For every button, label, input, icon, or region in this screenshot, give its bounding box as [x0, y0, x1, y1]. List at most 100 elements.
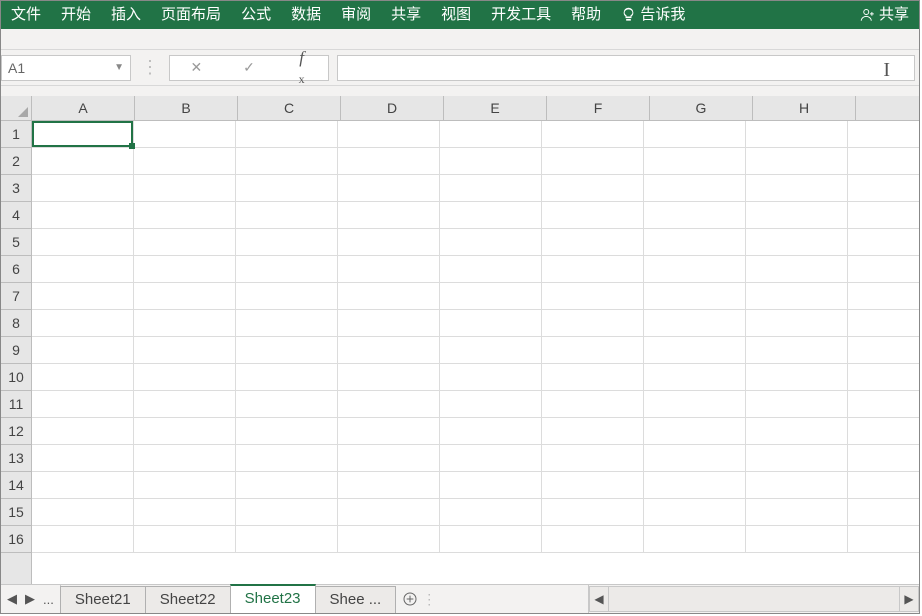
cell[interactable]: [848, 499, 919, 525]
tab-next-icon[interactable]: ▶: [25, 591, 35, 607]
cell[interactable]: [746, 526, 848, 552]
cell[interactable]: [542, 472, 644, 498]
cell[interactable]: [440, 526, 542, 552]
tell-me-button[interactable]: 告诉我: [611, 1, 695, 29]
cell[interactable]: [644, 310, 746, 336]
col-head-H[interactable]: H: [753, 96, 856, 120]
cell[interactable]: [746, 175, 848, 201]
cell[interactable]: [32, 337, 134, 363]
ribbon-tab-share[interactable]: 共享: [381, 1, 431, 29]
cell[interactable]: [848, 121, 919, 147]
cell[interactable]: [746, 391, 848, 417]
cell[interactable]: [746, 310, 848, 336]
cell[interactable]: [644, 283, 746, 309]
sheet-tab[interactable]: Shee ...: [315, 586, 397, 613]
row-head-12[interactable]: 12: [1, 418, 31, 445]
cell[interactable]: [236, 256, 338, 282]
cell[interactable]: [746, 256, 848, 282]
cell[interactable]: [236, 526, 338, 552]
row-head-10[interactable]: 10: [1, 364, 31, 391]
cell[interactable]: [542, 418, 644, 444]
cell[interactable]: [542, 175, 644, 201]
cell[interactable]: [32, 418, 134, 444]
ribbon-tab-home[interactable]: 开始: [51, 1, 101, 29]
cell[interactable]: [542, 364, 644, 390]
cell[interactable]: [338, 256, 440, 282]
cell[interactable]: [134, 229, 236, 255]
cell[interactable]: [746, 445, 848, 471]
col-head-C[interactable]: C: [238, 96, 341, 120]
cell[interactable]: [236, 121, 338, 147]
cell[interactable]: [32, 310, 134, 336]
scroll-left-icon[interactable]: ◀: [589, 586, 609, 612]
cell[interactable]: [32, 283, 134, 309]
row-head-8[interactable]: 8: [1, 310, 31, 337]
cell[interactable]: [746, 364, 848, 390]
cell[interactable]: [542, 310, 644, 336]
cell[interactable]: [236, 472, 338, 498]
cell[interactable]: [542, 202, 644, 228]
cell[interactable]: [542, 121, 644, 147]
scroll-right-icon[interactable]: ▶: [899, 586, 919, 612]
cell[interactable]: [338, 391, 440, 417]
cell[interactable]: [644, 121, 746, 147]
cell[interactable]: [236, 445, 338, 471]
cell[interactable]: [440, 391, 542, 417]
cell[interactable]: [746, 229, 848, 255]
cell[interactable]: [134, 526, 236, 552]
cell[interactable]: [338, 121, 440, 147]
cell[interactable]: [644, 337, 746, 363]
fx-icon[interactable]: fx: [290, 48, 314, 88]
cell[interactable]: [134, 445, 236, 471]
cell[interactable]: [338, 337, 440, 363]
cell[interactable]: [134, 472, 236, 498]
cell[interactable]: [338, 445, 440, 471]
cell[interactable]: [848, 472, 919, 498]
cell[interactable]: [440, 418, 542, 444]
cell[interactable]: [32, 229, 134, 255]
cell[interactable]: [236, 283, 338, 309]
row-head-16[interactable]: 16: [1, 526, 31, 553]
ribbon-tab-view[interactable]: 视图: [431, 1, 481, 29]
cell[interactable]: [338, 202, 440, 228]
cell[interactable]: [236, 175, 338, 201]
ribbon-tab-dev[interactable]: 开发工具: [481, 1, 561, 29]
col-head-A[interactable]: A: [32, 96, 135, 120]
cell[interactable]: [848, 175, 919, 201]
cancel-icon[interactable]: ✕: [184, 59, 208, 76]
tab-prev-icon[interactable]: ◀: [7, 591, 17, 607]
cell[interactable]: [440, 202, 542, 228]
cell[interactable]: [440, 229, 542, 255]
cell[interactable]: [440, 310, 542, 336]
row-head-3[interactable]: 3: [1, 175, 31, 202]
cell[interactable]: [134, 256, 236, 282]
cell[interactable]: [542, 337, 644, 363]
cell[interactable]: [134, 364, 236, 390]
cell[interactable]: [134, 283, 236, 309]
cell[interactable]: [236, 202, 338, 228]
cell[interactable]: [134, 202, 236, 228]
cell[interactable]: [32, 472, 134, 498]
ribbon-tab-review[interactable]: 审阅: [331, 1, 381, 29]
cell[interactable]: [746, 499, 848, 525]
cell[interactable]: [338, 418, 440, 444]
cell[interactable]: [848, 391, 919, 417]
cell[interactable]: [644, 364, 746, 390]
col-head-G[interactable]: G: [650, 96, 753, 120]
col-head-extra[interactable]: [856, 96, 919, 120]
col-head-B[interactable]: B: [135, 96, 238, 120]
row-head-1[interactable]: 1: [1, 121, 31, 148]
cell[interactable]: [338, 310, 440, 336]
cell[interactable]: [848, 283, 919, 309]
cell[interactable]: [440, 148, 542, 174]
cell[interactable]: [746, 121, 848, 147]
cells[interactable]: [32, 121, 919, 584]
cell[interactable]: [134, 418, 236, 444]
col-head-F[interactable]: F: [547, 96, 650, 120]
cell[interactable]: [746, 148, 848, 174]
cell[interactable]: [644, 391, 746, 417]
cell[interactable]: [746, 418, 848, 444]
cell[interactable]: [236, 310, 338, 336]
cell[interactable]: [542, 526, 644, 552]
cell[interactable]: [542, 499, 644, 525]
